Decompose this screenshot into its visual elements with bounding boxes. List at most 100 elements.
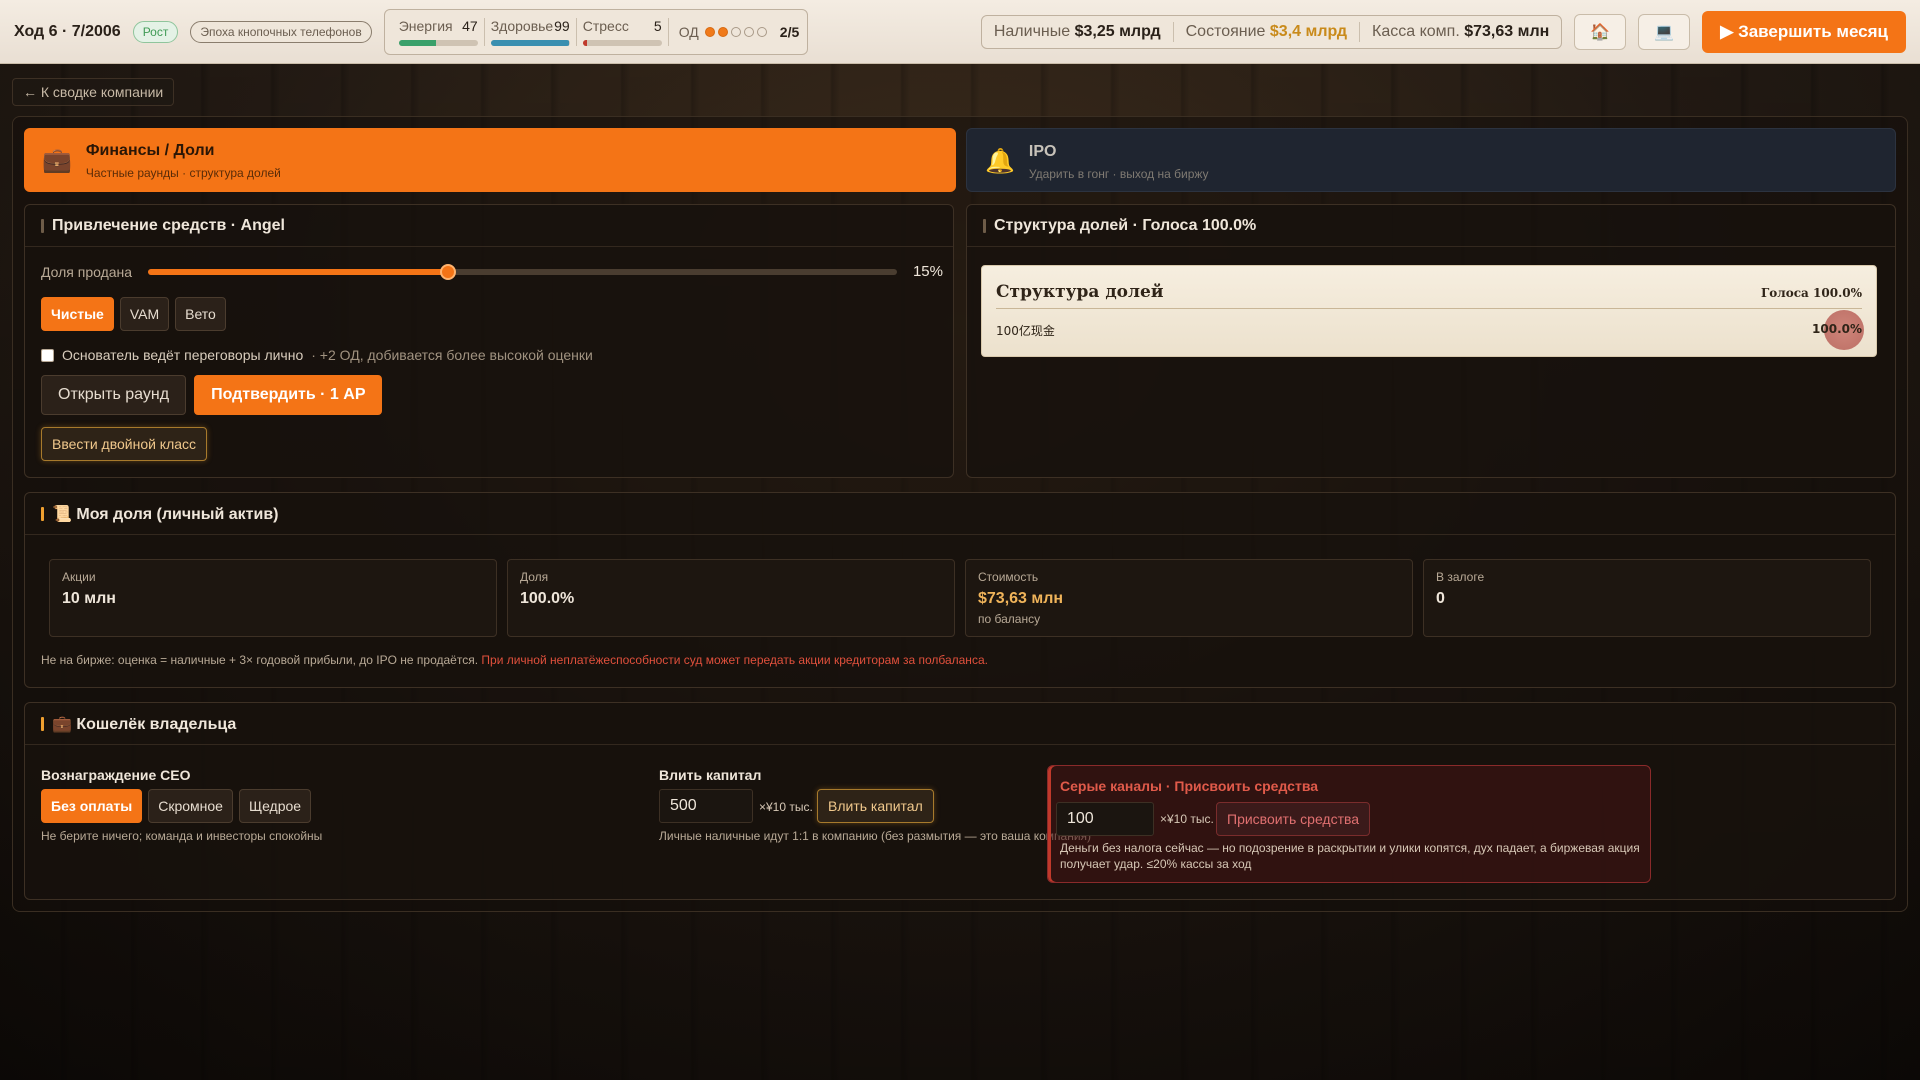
ap-count: 2/5 [779, 23, 800, 40]
slider-fill [148, 268, 448, 275]
holder-name: 100亿现金 [996, 324, 1055, 338]
stat-label: Энергия [398, 17, 453, 34]
appropriate-funds-button[interactable]: Присвоить средства [1216, 802, 1371, 836]
cash-label: Наличные [993, 22, 1071, 40]
share-type-group: Чистые VAM Вето [41, 297, 226, 331]
end-month-button[interactable]: ▶ Завершить месяц [1702, 10, 1906, 53]
stat-value: 47 [462, 17, 478, 34]
inject-amount-input[interactable]: 500 [659, 789, 753, 823]
phase-badge: Рост [132, 20, 179, 43]
inject-note: Личные наличные идут 1:1 в компанию (без… [659, 829, 1092, 843]
stat-label: Стресс [582, 17, 629, 34]
grey-note: Деньги без налога сейчас — но подозрение… [1060, 841, 1640, 871]
cap-table-sheet: Структура долей Голоса 100.0% 100亿现金 100… [981, 265, 1877, 357]
holder-share: 100.0% [1812, 322, 1862, 336]
sheet-votes: Голоса 100.0% [1761, 286, 1862, 300]
ceo-pay-none-button[interactable]: Без оплаты [41, 789, 143, 823]
share-slider[interactable] [148, 263, 897, 280]
card-label: Акции [62, 570, 96, 584]
stat-value: 99 [554, 17, 570, 34]
grey-unit: ×¥10 тыс. [1160, 812, 1214, 826]
computer-button[interactable]: 💻 [1638, 13, 1691, 50]
open-round-button[interactable]: Открыть раунд [41, 375, 187, 415]
ceo-pay-generous-button[interactable]: Щедрое [238, 789, 312, 823]
company-cash-label: Касса комп. [1372, 22, 1460, 40]
inject-unit: ×¥10 тыс. [759, 800, 813, 814]
founder-negotiates-row: Основатель ведёт переговоры лично · +2 О… [41, 347, 593, 363]
stats-panel: Энергия 47 Здоровье 99 Стресс 5 ОД 2/5 [383, 8, 809, 55]
card-label: Доля [520, 570, 549, 584]
company-cash-value: $73,63 млн [1464, 22, 1550, 40]
dual-class-button[interactable]: Ввести двойной класс [41, 427, 208, 461]
top-bar: Ход 6 · 7/2006 Рост Эпоха кнопочных теле… [0, 0, 1920, 64]
tab-subtitle: Ударить в гонг · выход на биржу [1028, 167, 1209, 181]
slider-handle[interactable] [439, 263, 456, 280]
header-mark [41, 506, 44, 521]
stat-bar-fill [582, 39, 587, 46]
panel-header: 📜 Моя доля (личный актив) [25, 493, 1895, 535]
turn-indicator: Ход 6 · 7/2006 [14, 22, 121, 40]
header-mark [41, 218, 44, 233]
ap-dot [717, 26, 728, 37]
stat-bar-fill [398, 39, 436, 46]
briefcase-icon: 💼 [42, 147, 72, 174]
tab-ipo[interactable]: 🔔 IPO Ударить в гонг · выход на биржу [966, 128, 1896, 192]
panel-title: 💼 Кошелёк владельца [52, 715, 237, 733]
card-value: 10 млн [62, 590, 116, 607]
panel-header: 💼 Кошелёк владельца [25, 703, 1895, 745]
my-stake-panel: 📜 Моя доля (личный актив) Акции 10 млн Д… [24, 492, 1896, 688]
ap-dot [756, 26, 767, 37]
divider [996, 308, 1862, 309]
ceo-pay-note: Не берите ничего; команда и инвесторы сп… [41, 829, 323, 843]
divider [1359, 21, 1361, 42]
tab-finance[interactable]: 💼 Финансы / Доли Частные раунды · структ… [24, 128, 956, 192]
inject-capital-button[interactable]: Влить капитал [817, 789, 934, 823]
ap-dot [743, 26, 754, 37]
type-common-button[interactable]: Чистые [41, 297, 114, 331]
panel-title: 📜 Моя доля (личный актив) [52, 505, 279, 523]
header-mark [41, 716, 44, 731]
panel-header: Структура долей · Голоса 100.0% [967, 205, 1895, 247]
card-label: В залоге [1436, 570, 1485, 584]
home-button[interactable]: 🏠 [1574, 13, 1627, 50]
checkbox-label: Основатель ведёт переговоры лично [62, 347, 304, 363]
ap-dot [730, 26, 741, 37]
owner-wallet-panel: 💼 Кошелёк владельца Вознаграждение CEO Б… [24, 702, 1896, 900]
card-value: 100.0% [520, 590, 575, 607]
ap-dots [704, 24, 770, 40]
stat-value: 5 [653, 17, 662, 34]
tab-subtitle: Частные раунды · структура долей [85, 166, 281, 180]
note-text: Не на бирже: оценка = наличные + 3× годо… [41, 653, 482, 667]
back-to-company-link[interactable]: ← К сводке компании [12, 78, 175, 106]
round-actions: Открыть раунд Подтвердить · 1 АР [41, 375, 383, 415]
stake-card-shares: Акции 10 млн [49, 559, 497, 637]
header-mark [983, 218, 986, 233]
slider-value: 15% [912, 263, 943, 280]
type-vam-button[interactable]: VAM [119, 297, 170, 331]
tab-title: Финансы / Доли [85, 142, 215, 159]
panel-header: Привлечение средств · Angel [25, 205, 953, 247]
stat-bar [398, 39, 478, 46]
stat-bar [490, 39, 570, 46]
grey-amount-input[interactable]: 100 [1056, 802, 1154, 836]
stat-energy: Энергия 47 [393, 17, 485, 46]
stat-label: Здоровье [490, 17, 554, 34]
ceo-pay-modest-button[interactable]: Скромное [148, 789, 233, 823]
stat-stress: Стресс 5 [577, 17, 669, 46]
ap-label: ОД [678, 23, 699, 40]
grey-channels-box: Серые каналы · Присвоить средства 100 ×¥… [1047, 765, 1651, 883]
ceo-pay-group: Без оплаты Скромное Щедрое [41, 789, 312, 823]
type-veto-button[interactable]: Вето [175, 297, 226, 331]
ceo-pay-label: Вознаграждение CEO [41, 767, 191, 783]
confirm-round-button[interactable]: Подтвердить · 1 АР [194, 375, 383, 415]
card-value: $73,63 млн [978, 590, 1064, 607]
panel-title: Структура долей · Голоса 100.0% [994, 216, 1257, 234]
ap-dot [704, 26, 715, 37]
era-badge: Эпоха кнопочных телефонов [190, 20, 372, 43]
bell-icon: 🔔 [985, 148, 1015, 175]
networth-label: Состояние [1185, 22, 1266, 40]
founder-negotiates-checkbox[interactable] [41, 348, 54, 362]
home-icon: 🏠 [1590, 23, 1611, 41]
networth-value: $3,4 млрд [1269, 22, 1348, 40]
panel-title: Привлечение средств · Angel [52, 216, 285, 234]
